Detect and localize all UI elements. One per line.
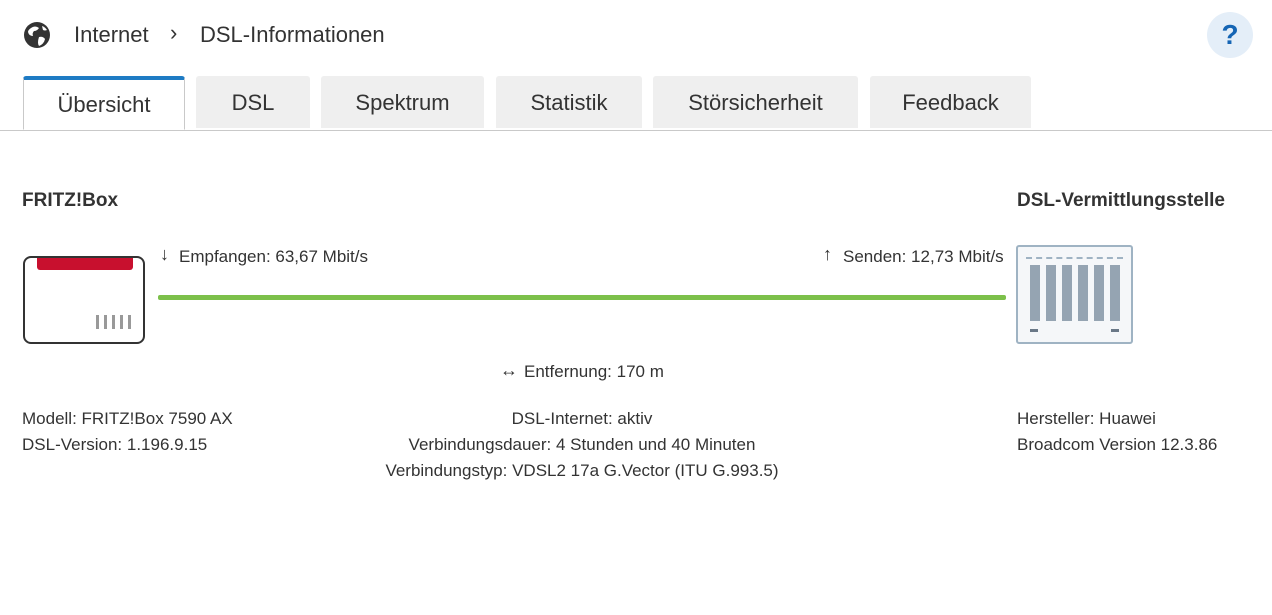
tab-uebersicht[interactable]: Übersicht	[23, 76, 185, 130]
dsl-status-text: DSL-Internet: aktiv	[511, 409, 653, 428]
tab-spektrum[interactable]: Spektrum	[321, 76, 484, 128]
distance-text: Entfernung: 170 m	[524, 362, 664, 381]
connection-duration-text: Verbindungsdauer: 4 Stunden und 40 Minut…	[408, 435, 756, 454]
globe-icon	[24, 22, 50, 48]
page-title: DSL-Informationen	[200, 22, 385, 47]
header: Internet › DSL-Informationen ?	[0, 0, 1272, 72]
chip-version-text: Broadcom Version 12.3.86	[1017, 435, 1218, 454]
tab-statistik[interactable]: Statistik	[496, 76, 642, 128]
model-text: Modell: FRITZ!Box 7590 AX	[22, 409, 233, 428]
arrow-down-icon: ↓	[160, 244, 169, 264]
fritzbox-device-icon	[23, 256, 145, 344]
arrow-up-icon: ↑	[823, 244, 832, 264]
tab-feedback[interactable]: Feedback	[870, 76, 1031, 128]
arrows-horizontal-icon: ↔	[500, 360, 518, 380]
tab-dsl[interactable]: DSL	[196, 76, 310, 128]
dsl-version-text: DSL-Version: 1.196.9.15	[22, 435, 208, 454]
chevron-right-icon: ›	[170, 20, 178, 45]
fritzbox-title: FRITZ!Box	[22, 190, 119, 211]
dslam-device-icon	[1016, 245, 1133, 344]
tab-stoersicherheit[interactable]: Störsicherheit	[653, 76, 858, 128]
connection-line	[158, 295, 1006, 300]
help-button[interactable]: ?	[1207, 12, 1253, 58]
downstream-rate: Empfangen: 63,67 Mbit/s	[179, 247, 369, 266]
tab-bar: Übersicht DSL Spektrum Statistik Störsic…	[0, 76, 1272, 131]
upstream-rate: Senden: 12,73 Mbit/s	[843, 247, 1004, 266]
breadcrumb-internet[interactable]: Internet	[74, 22, 149, 48]
exchange-title: DSL-Vermittlungsstelle	[1017, 190, 1225, 211]
vendor-text: Hersteller: Huawei	[1017, 409, 1156, 428]
connection-type-text: Verbindungstyp: VDSL2 17a G.Vector (ITU …	[385, 461, 779, 480]
